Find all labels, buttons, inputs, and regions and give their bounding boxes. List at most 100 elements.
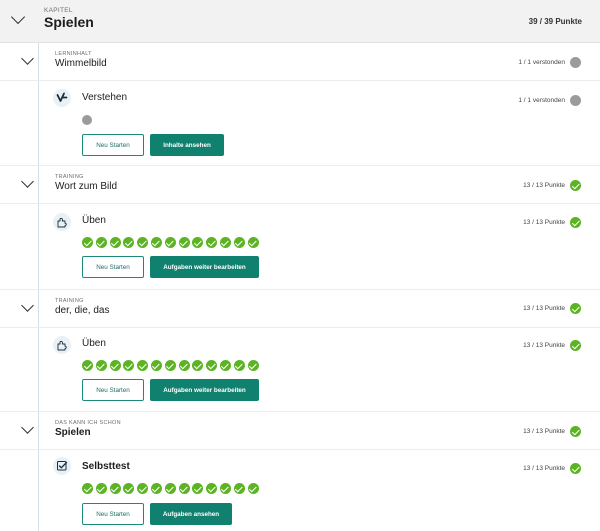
activity-status-text: 13 / 13 Punkte <box>523 219 565 226</box>
unit-title: Spielen <box>55 427 91 438</box>
task-checks <box>82 483 259 494</box>
continue-tasks-button[interactable]: Aufgaben weiter bearbeiten <box>150 379 259 401</box>
chevron-down-icon[interactable] <box>21 175 34 188</box>
chevron-down-icon[interactable] <box>21 299 34 312</box>
unit-status: 13 / 13 Punkte <box>523 303 581 314</box>
progress-ball <box>82 115 92 125</box>
check-icon <box>95 360 107 371</box>
unit-status: 13 / 13 Punkte <box>523 426 581 437</box>
unit-status-text: 13 / 13 Punkte <box>523 428 565 435</box>
activity-status: 13 / 13 Punkte <box>523 340 581 351</box>
check-icon <box>95 483 107 494</box>
check-icon <box>178 360 190 371</box>
understand-icon <box>53 89 71 107</box>
chevron-down-icon[interactable] <box>21 52 34 65</box>
check-icon <box>137 360 149 371</box>
check-icon <box>150 237 162 248</box>
check-icon <box>137 483 149 494</box>
check-icon <box>82 483 93 494</box>
check-icon <box>109 360 121 371</box>
check-icon <box>570 217 581 228</box>
activity-ueben: Üben 13 / 13 Punkte Neu Starten Aufgaben… <box>0 327 600 412</box>
check-icon <box>123 483 135 494</box>
activity-status-text: 13 / 13 Punkte <box>523 342 565 349</box>
unit-header-wimmelbild[interactable]: LERNINHALT Wimmelbild 1 / 1 verstonden <box>0 43 600 81</box>
puzzle-icon <box>53 336 71 354</box>
puzzle-icon <box>53 213 71 231</box>
status-dot-icon <box>570 95 581 106</box>
restart-button[interactable]: Neu Starten <box>82 379 144 401</box>
view-content-button[interactable]: Inhalte ansehen <box>150 134 224 156</box>
check-icon <box>219 237 231 248</box>
check-icon <box>164 360 176 371</box>
unit-kicker: LERNINHALT <box>55 51 92 57</box>
check-icon <box>178 237 190 248</box>
check-icon <box>206 483 218 494</box>
check-icon <box>219 483 231 494</box>
task-checks <box>82 360 259 371</box>
chevron-down-icon[interactable] <box>10 9 26 25</box>
activity-title: Verstehen <box>82 92 128 103</box>
chapter-title: Spielen <box>44 14 94 30</box>
check-icon <box>233 237 245 248</box>
view-tasks-button[interactable]: Aufgaben ansehen <box>150 503 232 525</box>
unit-status: 13 / 13 Punkte <box>523 180 581 191</box>
check-icon <box>233 483 245 494</box>
check-icon <box>164 237 176 248</box>
check-icon <box>82 237 93 248</box>
unit-status-text: 13 / 13 Punkte <box>523 182 565 189</box>
unit-status-text: 13 / 13 Punkte <box>523 305 565 312</box>
check-icon <box>123 237 135 248</box>
check-icon <box>570 340 581 351</box>
unit-kicker: TRAINING <box>55 298 84 304</box>
check-icon <box>570 426 581 437</box>
check-icon <box>137 237 149 248</box>
check-icon <box>109 483 121 494</box>
unit-header-der-die-das[interactable]: TRAINING der, die, das 13 / 13 Punkte <box>0 290 600 328</box>
check-icon <box>109 237 121 248</box>
activity-status-text: 1 / 1 verstonden <box>518 97 565 104</box>
unit-status: 1 / 1 verstonden <box>518 57 581 68</box>
unit-kicker: TRAINING <box>55 174 84 180</box>
unit-title: Wimmelbild <box>55 58 107 69</box>
activity-title: Selbsttest <box>82 461 130 472</box>
activity-ueben: Üben 13 / 13 Punkte Neu Starten Aufgaben… <box>0 204 600 290</box>
check-icon <box>164 483 176 494</box>
unit-status-text: 1 / 1 verstonden <box>518 59 565 66</box>
unit-header-spielen[interactable]: DAS KANN ICH SCHON Spielen 13 / 13 Punkt… <box>0 412 600 450</box>
chapter-header: KAPITEL Spielen 39 / 39 Punkte <box>0 0 600 43</box>
restart-button[interactable]: Neu Starten <box>82 256 144 278</box>
restart-button[interactable]: Neu Starten <box>82 134 144 156</box>
check-icon <box>123 360 135 371</box>
restart-button[interactable]: Neu Starten <box>82 503 144 525</box>
check-icon <box>570 463 581 474</box>
check-icon <box>247 237 259 248</box>
unit-title: Wort zum Bild <box>55 181 118 192</box>
activity-title: Üben <box>82 215 106 226</box>
activity-selbsttest: Selbsttest 13 / 13 Punkte Neu Starten Au… <box>0 450 600 531</box>
activity-status: 13 / 13 Punkte <box>523 463 581 474</box>
check-icon <box>570 303 581 314</box>
check-icon <box>95 237 107 248</box>
unit-header-wort-zum-bild[interactable]: TRAINING Wort zum Bild 13 / 13 Punkte <box>0 166 600 204</box>
check-icon <box>219 360 231 371</box>
activity-verstehen: Verstehen 1 / 1 verstonden Neu Starten I… <box>0 81 600 166</box>
check-icon <box>233 360 245 371</box>
unit-title: der, die, das <box>55 305 110 316</box>
activity-title: Üben <box>82 338 106 349</box>
status-dot-icon <box>570 57 581 68</box>
checkbox-icon <box>53 457 71 475</box>
continue-tasks-button[interactable]: Aufgaben weiter bearbeiten <box>150 256 259 278</box>
check-icon <box>178 483 190 494</box>
check-icon <box>192 360 204 371</box>
check-icon <box>82 360 93 371</box>
check-icon <box>150 360 162 371</box>
chapter-kicker: KAPITEL <box>44 7 73 14</box>
check-icon <box>192 483 204 494</box>
chapter-points: 39 / 39 Punkte <box>528 17 582 26</box>
check-icon <box>150 483 162 494</box>
check-icon <box>247 483 259 494</box>
unit-kicker: DAS KANN ICH SCHON <box>55 420 121 426</box>
chevron-down-icon[interactable] <box>21 421 34 434</box>
check-icon <box>570 180 581 191</box>
